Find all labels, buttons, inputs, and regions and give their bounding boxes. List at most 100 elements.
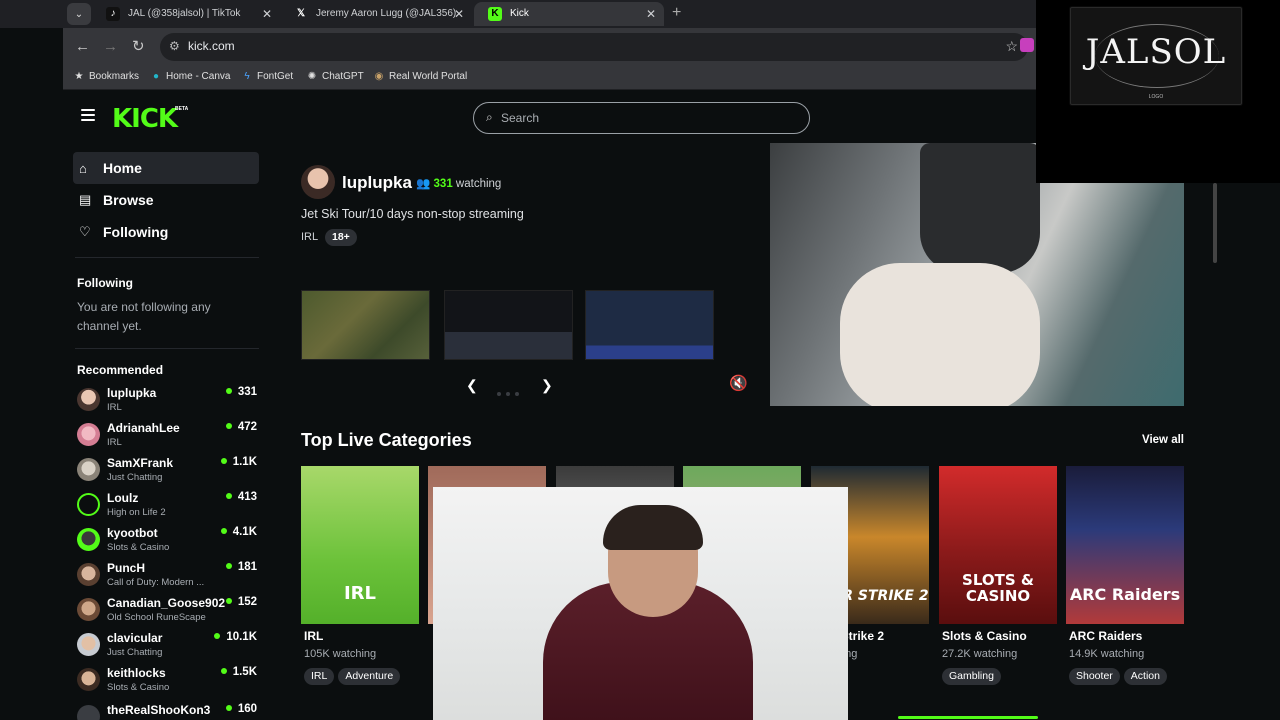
browse-icon: ▤ xyxy=(79,192,92,207)
viewer-count: 1.1K xyxy=(220,456,257,468)
forward-icon[interactable]: → xyxy=(103,38,118,56)
bookmark-canva[interactable]: ● Home - Canva xyxy=(150,71,231,82)
recommended-channel[interactable]: clavicular Just Chatting 10.1K xyxy=(77,631,257,665)
page-scrollbar[interactable] xyxy=(1213,183,1217,263)
recommended-channel[interactable]: Canadian_Goose902 Old School RuneScape 1… xyxy=(77,596,257,630)
tag[interactable]: Action xyxy=(1123,668,1167,685)
canva-icon: ● xyxy=(152,71,160,82)
sidebar-item-following[interactable]: ♡ Following xyxy=(73,216,259,248)
tab-search-button[interactable]: ⌄ xyxy=(67,3,91,25)
close-icon[interactable]: ✕ xyxy=(646,2,656,26)
stream-logo-overlay: JALSOL LOGO xyxy=(1036,0,1280,183)
webcam-overlay xyxy=(433,487,848,720)
browser-tab-tiktok[interactable]: ♪ JAL (@358jalsol) | TikTok ✕ xyxy=(92,2,280,26)
category-tags: Gambling xyxy=(942,666,1005,685)
screen: ⌄ ♪ JAL (@358jalsol) | TikTok ✕ 𝕏 Jeremy… xyxy=(0,0,1280,720)
viewer-count: 10.1K xyxy=(214,631,257,643)
bookmark-real-world-portal[interactable]: ◉ Real World Portal xyxy=(373,71,468,82)
age-badge: 18+ xyxy=(325,229,357,246)
viewer-count: 160 xyxy=(225,703,257,715)
jalsol-logo: JALSOL LOGO xyxy=(1070,7,1242,105)
recommended-channel[interactable]: Loulz High on Life 2 413 xyxy=(77,491,257,525)
carousel-thumbnail[interactable] xyxy=(585,290,714,360)
tag[interactable]: Gambling xyxy=(942,668,1001,685)
category-tags: Shooter Action xyxy=(1069,666,1171,685)
chevron-right-icon[interactable]: ❯ xyxy=(541,377,553,394)
sidebar-item-home[interactable]: ⌂ Home xyxy=(73,152,259,184)
mute-icon[interactable]: 🔇 xyxy=(729,374,748,392)
bookmark-star-icon[interactable]: ☆ xyxy=(1005,38,1018,55)
browser-tab-strip: ⌄ ♪ JAL (@358jalsol) | TikTok ✕ 𝕏 Jeremy… xyxy=(0,0,1036,28)
avatar xyxy=(77,633,100,656)
chevron-down-icon: ⌄ xyxy=(74,8,84,20)
featured-category[interactable]: IRL xyxy=(301,231,318,243)
scroll-indicator xyxy=(898,716,1038,719)
recommended-heading: Recommended xyxy=(77,363,164,377)
browser-tab-x[interactable]: 𝕏 Jeremy Aaron Lugg (@JAL356) ✕ xyxy=(280,2,472,26)
sidebar: ⌂ Home ▤ Browse ♡ Following Following Yo… xyxy=(63,143,268,720)
recommended-channel[interactable]: PuncH Call of Duty: Modern ... 181 xyxy=(77,561,257,595)
extension-icon[interactable] xyxy=(1020,38,1034,52)
tiktok-icon: ♪ xyxy=(106,7,120,21)
carousel-thumbnail[interactable] xyxy=(444,290,573,360)
beta-badge: BETA xyxy=(175,106,189,112)
bookmark-bookmarks[interactable]: ★ Bookmarks xyxy=(73,71,140,82)
carousel-dots xyxy=(497,383,524,401)
address-url: kick.com xyxy=(188,39,235,53)
kick-logo[interactable]: KICK xyxy=(112,105,178,133)
view-all-link[interactable]: View all xyxy=(1142,434,1184,446)
search-placeholder: Search xyxy=(501,111,540,125)
recommended-channel[interactable]: SamXFrank Just Chatting 1.1K xyxy=(77,456,257,490)
address-bar[interactable]: ⚙ kick.com ☆ xyxy=(160,33,1028,61)
viewer-count: 413 xyxy=(225,491,257,503)
sidebar-divider xyxy=(75,348,259,349)
avatar xyxy=(77,528,100,551)
carousel-thumbnail[interactable] xyxy=(301,290,430,360)
close-icon[interactable]: ✕ xyxy=(454,2,464,26)
bookmark-chatgpt[interactable]: ✺ ChatGPT xyxy=(306,71,364,82)
avatar xyxy=(77,388,100,411)
close-icon[interactable]: ✕ xyxy=(262,2,272,26)
category-tags: IRL Adventure xyxy=(304,666,404,685)
tag[interactable]: Adventure xyxy=(338,668,401,685)
category-image: SLOTS & CASINO xyxy=(939,466,1057,624)
category-image: ARC Raiders xyxy=(1066,466,1184,624)
featured-streamer-name[interactable]: luplupka xyxy=(342,173,412,193)
viewer-count: 1.5K xyxy=(220,666,257,678)
avatar xyxy=(77,598,100,621)
featured-avatar[interactable] xyxy=(301,165,335,199)
avatar xyxy=(77,458,100,481)
recommended-channel[interactable]: theRealShooKon3 160 xyxy=(77,703,257,720)
recommended-channel[interactable]: keithlocks Slots & Casino 1.5K xyxy=(77,666,257,700)
bookmark-fontget[interactable]: ϟ FontGet xyxy=(241,71,293,82)
tag[interactable]: IRL xyxy=(304,668,335,685)
avatar xyxy=(77,493,100,516)
tab-title: Jeremy Aaron Lugg (@JAL356) xyxy=(316,8,457,19)
recommended-channel[interactable]: kyootbot Slots & Casino 4.1K xyxy=(77,526,257,560)
viewer-count: 4.1K xyxy=(220,526,257,538)
site-info-icon[interactable]: ⚙ xyxy=(169,39,180,53)
category-card[interactable]: ARC Raiders ARC Raiders 14.9K watching S… xyxy=(1066,466,1184,696)
category-card[interactable]: SLOTS & CASINO Slots & Casino 27.2K watc… xyxy=(939,466,1057,696)
featured-stream-title: Jet Ski Tour/10 days non-stop streaming xyxy=(301,207,524,221)
category-card[interactable]: IRL IRL 105K watching IRL Adventure xyxy=(301,466,419,696)
x-icon: 𝕏 xyxy=(296,8,306,19)
sidebar-item-browse[interactable]: ▤ Browse xyxy=(73,184,259,216)
avatar xyxy=(77,563,100,586)
reload-icon[interactable]: ↻ xyxy=(132,38,145,56)
back-icon[interactable]: ← xyxy=(75,38,90,56)
home-icon: ⌂ xyxy=(79,160,87,176)
recommended-channel[interactable]: luplupka IRL 331 xyxy=(77,386,257,420)
browser-toolbar: ← → ↻ ⚙ kick.com ☆ xyxy=(63,28,1036,66)
menu-icon[interactable] xyxy=(81,109,95,121)
browser-tab-kick[interactable]: K Kick ✕ xyxy=(474,2,664,26)
recommended-channel[interactable]: AdrianahLee IRL 472 xyxy=(77,421,257,455)
webcam-person xyxy=(603,505,703,550)
new-tab-button[interactable]: + xyxy=(672,3,681,23)
tag[interactable]: Shooter xyxy=(1069,668,1120,685)
portal-icon: ◉ xyxy=(374,71,384,82)
viewer-count: 472 xyxy=(225,421,257,433)
search-input[interactable]: ⌕ Search xyxy=(473,102,810,134)
following-heading: Following xyxy=(77,276,133,290)
chevron-left-icon[interactable]: ❮ xyxy=(466,377,478,394)
